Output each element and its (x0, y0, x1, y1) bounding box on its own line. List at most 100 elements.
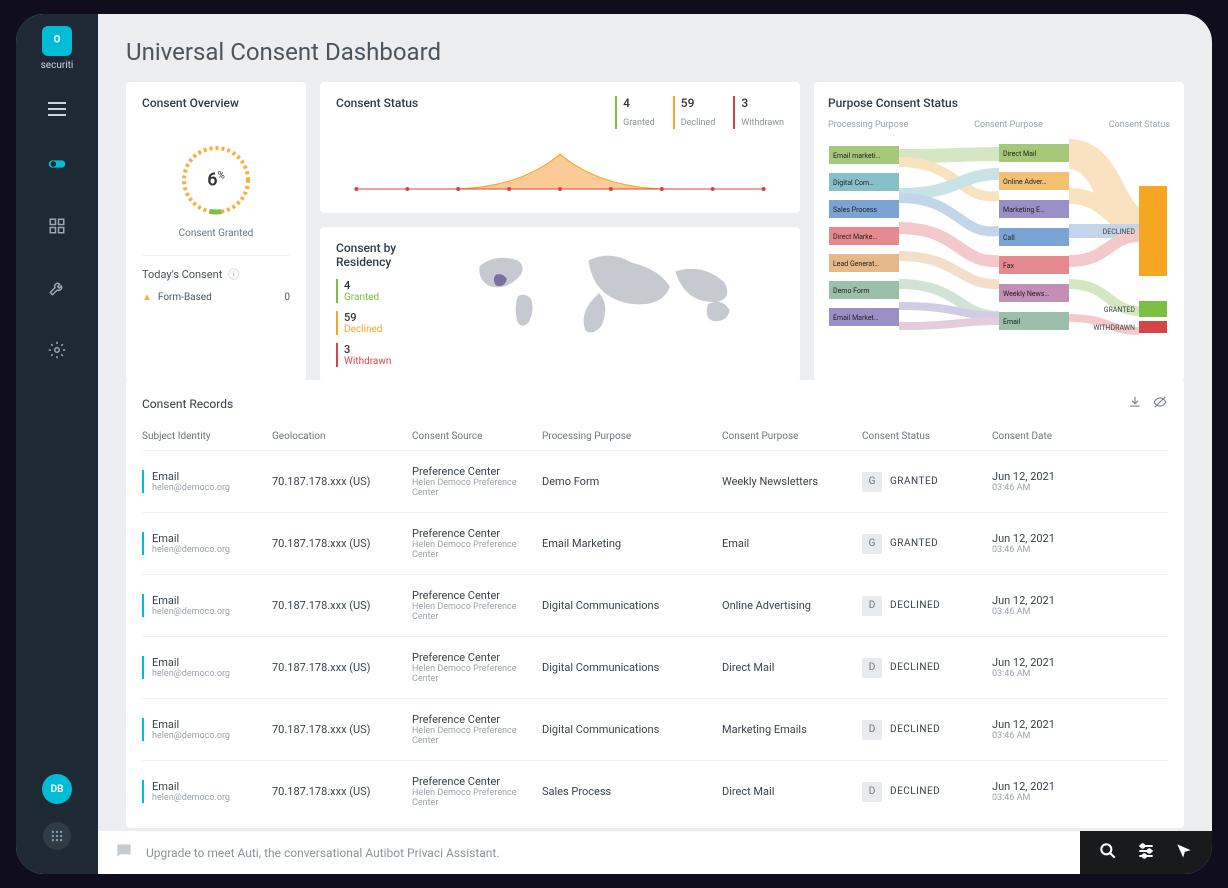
sankey-mid-label: Weekly News… (1003, 290, 1049, 298)
main: Universal Consent Dashboard Consent Over… (98, 14, 1212, 874)
status-declined-num: 59 (681, 96, 716, 110)
cell-processing: Email Marketing (542, 537, 722, 550)
sankey-left-label: Direct Marke… (833, 233, 877, 241)
cursor-icon[interactable] (1174, 841, 1194, 865)
sankey-mid-label: Online Adver… (1003, 178, 1047, 186)
table-row[interactable]: Email helen@democo.org 70.187.178.xxx (U… (142, 760, 1168, 822)
consent-residency-card: Consent by Residency 4 Granted 59 Declin… (320, 227, 800, 381)
sankey-status-granted: GRANTED (1104, 306, 1136, 314)
brand: securiti (41, 26, 74, 71)
residency-title: Consent by Residency (336, 241, 446, 269)
chat-input[interactable]: Upgrade to meet Auti, the conversational… (98, 831, 1080, 874)
info-icon[interactable]: ⓘ (228, 266, 239, 282)
cell-geo: 70.187.178.xxx (US) (272, 661, 412, 674)
status-withdrawn-num: 3 (741, 96, 784, 110)
consent-records: Consent Records Subject Identity Geoloca… (126, 380, 1184, 828)
th-status: Consent Status (862, 431, 992, 442)
consent-gauge: 6% (176, 140, 256, 220)
brand-logo-icon (42, 26, 72, 56)
th-identity: Subject Identity (142, 431, 272, 442)
cell-processing: Digital Communications (542, 661, 722, 674)
sankey-chart: Email marketi… Digital Com… Sales Process D… (828, 136, 1170, 346)
search-icon[interactable] (1098, 841, 1118, 865)
cell-purpose: Direct Mail (722, 661, 862, 674)
purpose-title: Purpose Consent Status (828, 96, 1170, 110)
apps-icon[interactable] (43, 822, 71, 850)
cell-date: Jun 12, 2021 03:46 AM (992, 594, 1122, 617)
download-icon[interactable] (1128, 394, 1142, 413)
sankey-col1: Processing Purpose (828, 120, 908, 130)
gauge-label: Consent Granted (179, 228, 254, 239)
cell-source: Preference Center Helen Democo Preferenc… (412, 713, 542, 746)
sankey-status-declined: DECLINED (1103, 228, 1136, 236)
chat-placeholder: Upgrade to meet Auti, the conversational… (146, 846, 500, 860)
cell-status: D DECLINED (862, 782, 992, 802)
th-date: Consent Date (992, 431, 1122, 442)
sankey-left-label: Demo Form (833, 287, 869, 295)
nav-wrench-icon[interactable] (37, 268, 77, 308)
table-row[interactable]: Email helen@democo.org 70.187.178.xxx (U… (142, 512, 1168, 574)
table-row[interactable]: Email helen@democo.org 70.187.178.xxx (U… (142, 574, 1168, 636)
status-title: Consent Status (336, 96, 418, 119)
sankey-col3: Consent Status (1109, 120, 1170, 130)
cell-processing: Demo Form (542, 475, 722, 488)
res-declined-lbl: Declined (344, 324, 446, 335)
cell-geo: 70.187.178.xxx (US) (272, 785, 412, 798)
cell-processing: Digital Communications (542, 599, 722, 612)
table-row[interactable]: Email helen@democo.org 70.187.178.xxx (U… (142, 698, 1168, 760)
sankey-mid-label: Marketing E… (1003, 206, 1045, 214)
cell-status: D DECLINED (862, 658, 992, 678)
cell-source: Preference Center Helen Democo Preferenc… (412, 775, 542, 808)
form-based-label: Form-Based (158, 292, 212, 303)
chat-bar: Upgrade to meet Auti, the conversational… (98, 831, 1212, 874)
gauge-unit: % (217, 171, 224, 182)
sankey-status-withdrawn: WITHDRAWN (1093, 324, 1135, 332)
cell-processing: Digital Communications (542, 723, 722, 736)
sankey-left-label: Digital Com… (833, 179, 874, 187)
sankey-left-label: Sales Process (833, 206, 877, 214)
nav-grid-icon[interactable] (37, 206, 77, 246)
sidebar-nav (37, 144, 77, 370)
sidebar: securiti DB (16, 14, 98, 874)
nav-consent[interactable] (37, 144, 77, 184)
cell-status: D DECLINED (862, 596, 992, 616)
res-granted-num: 4 (344, 279, 446, 292)
sliders-icon[interactable] (1136, 841, 1156, 865)
purpose-consent-card: Purpose Consent Status Processing Purpos… (814, 82, 1184, 381)
status-declined-lbl: Declined (681, 118, 716, 128)
res-withdrawn-lbl: Withdrawn (344, 356, 446, 367)
records-title: Consent Records (142, 397, 233, 411)
cell-date: Jun 12, 2021 03:46 AM (992, 718, 1122, 741)
th-source: Consent Source (412, 431, 542, 442)
cell-geo: 70.187.178.xxx (US) (272, 599, 412, 612)
cell-purpose: Weekly Newsletters (722, 475, 862, 488)
cell-identity: Email helen@democo.org (142, 470, 272, 493)
cell-date: Jun 12, 2021 03:46 AM (992, 470, 1122, 493)
cell-purpose: Online Advertising (722, 599, 862, 612)
th-purpose: Consent Purpose (722, 431, 862, 442)
cell-date: Jun 12, 2021 03:46 AM (992, 780, 1122, 803)
table-row[interactable]: Email helen@democo.org 70.187.178.xxx (U… (142, 450, 1168, 512)
cell-geo: 70.187.178.xxx (US) (272, 723, 412, 736)
status-granted-lbl: Granted (623, 118, 655, 128)
status-granted-num: 4 (623, 96, 655, 110)
cell-source: Preference Center Helen Democo Preferenc… (412, 589, 542, 622)
world-map (458, 241, 784, 367)
cell-date: Jun 12, 2021 03:46 AM (992, 532, 1122, 555)
nav-gear-icon[interactable] (37, 330, 77, 370)
triangle-icon: ▲ (142, 292, 152, 303)
cell-purpose: Email (722, 537, 862, 550)
avatar[interactable]: DB (42, 774, 72, 804)
sankey-mid-label: Email (1003, 318, 1021, 326)
chat-actions (1080, 831, 1212, 874)
sankey-mid-label: Fax (1003, 262, 1015, 270)
today-title: Today's Consent (142, 268, 222, 281)
form-based-value: 0 (284, 292, 290, 303)
menu-toggle[interactable] (48, 101, 66, 120)
table-row[interactable]: Email helen@democo.org 70.187.178.xxx (U… (142, 636, 1168, 698)
table-head: Subject Identity Geolocation Consent Sou… (142, 413, 1168, 450)
sankey-left-label: Email marketi… (833, 152, 881, 160)
sankey-left-label: Lead Generat… (833, 260, 879, 268)
cell-date: Jun 12, 2021 03:46 AM (992, 656, 1122, 679)
visibility-icon[interactable] (1152, 394, 1168, 413)
